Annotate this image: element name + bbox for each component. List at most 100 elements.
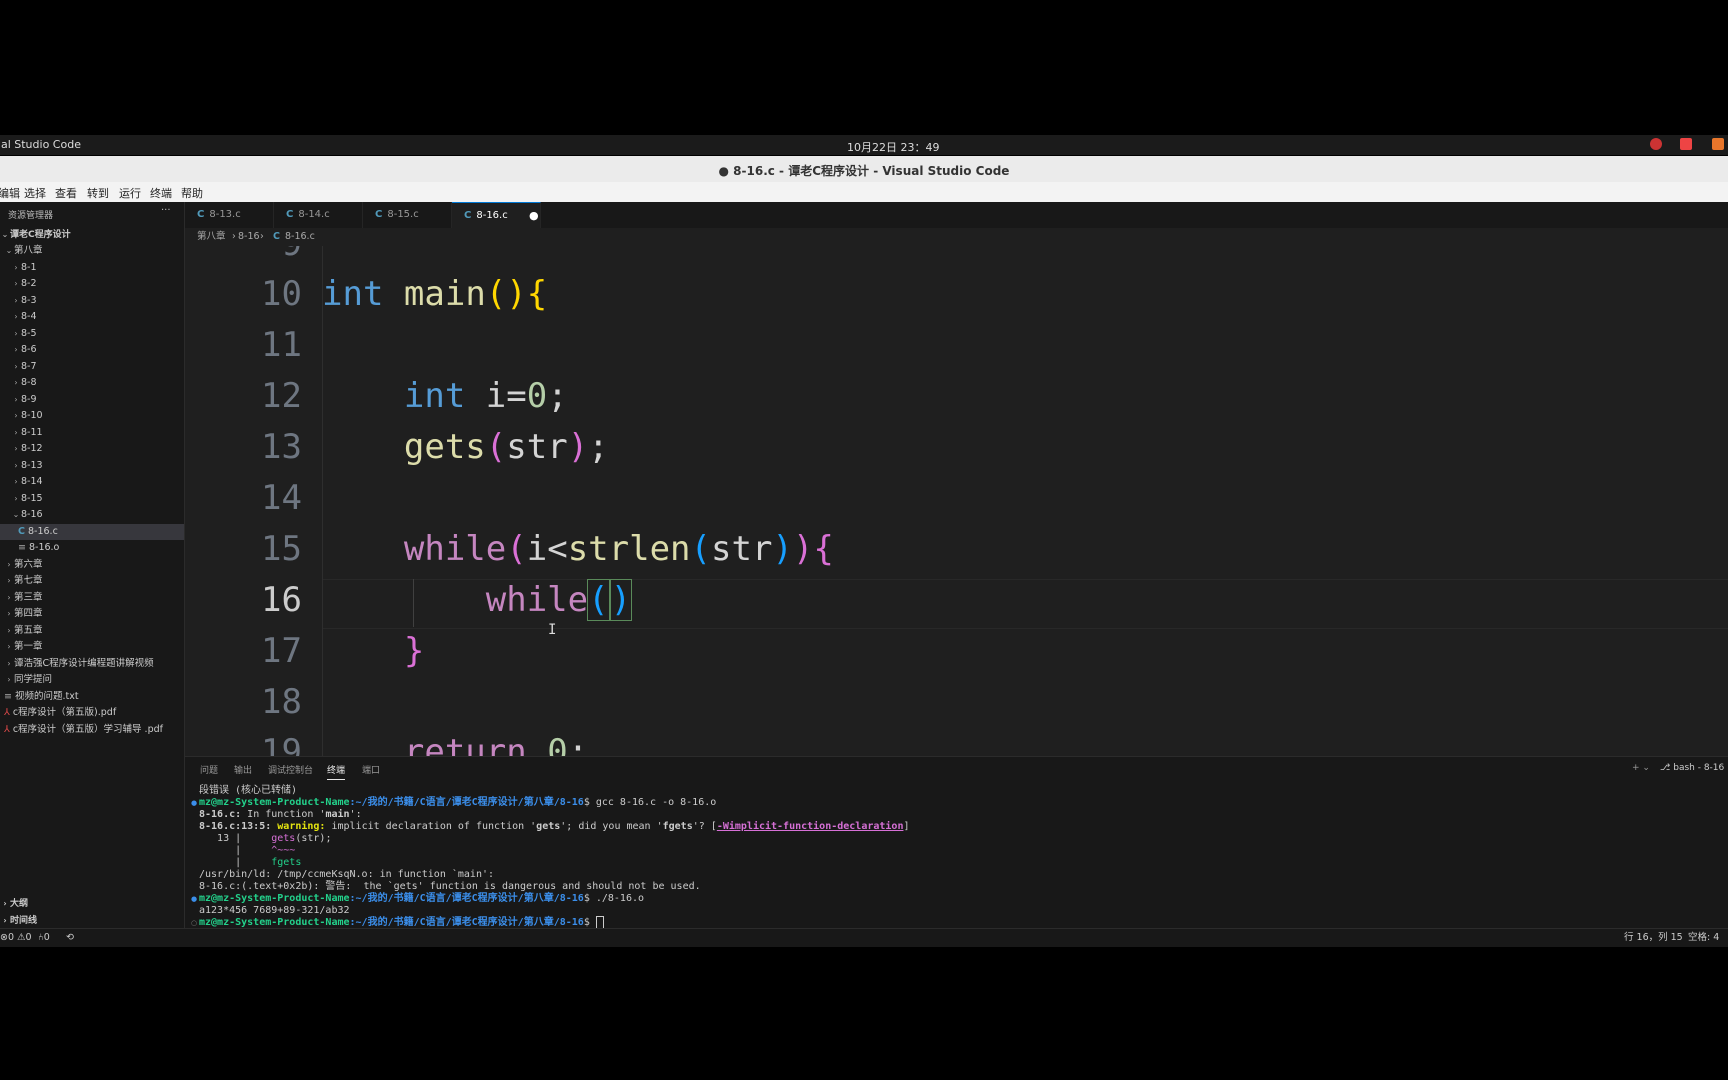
tree-item[interactable]: › 谭浩强C程序设计编程题讲解视频 (0, 656, 184, 672)
active-app-name[interactable]: ual Studio Code (0, 138, 81, 151)
tree-item[interactable]: › 第四章 (0, 606, 184, 622)
tree-item[interactable]: › 8-11 (0, 425, 184, 441)
tree-item[interactable]: › 8-3 (0, 293, 184, 309)
tree-item[interactable]: › 8-9 (0, 392, 184, 408)
code-line[interactable]: gets(str); (322, 427, 609, 467)
tree-item[interactable]: ≡ 8-16.o (0, 540, 184, 556)
tree-item[interactable]: › 第七章 (0, 573, 184, 589)
ports-count[interactable]: ⑃0 (38, 929, 50, 947)
menu-edit[interactable]: 编辑 (0, 185, 20, 201)
breadcrumb-file[interactable]: 8-16.c (285, 228, 315, 246)
breadcrumb-separator: › (232, 231, 236, 242)
command-status-dot-icon: ○ (191, 919, 198, 927)
tree-item[interactable]: ⌄ 第八章 (0, 243, 184, 259)
unsaved-dot-icon[interactable]: ● (529, 203, 539, 229)
pdf-file-icon: ⅄ (4, 723, 10, 735)
workspace-root[interactable]: ⌄ 谭老C程序设计 (0, 227, 184, 243)
tree-item-label: 8-5 (21, 327, 37, 339)
tree-item[interactable]: › 8-10 (0, 408, 184, 424)
update-tray-icon[interactable] (1712, 138, 1724, 150)
menu-go[interactable]: 转到 (87, 185, 109, 201)
tree-item[interactable]: › 第三章 (0, 590, 184, 606)
tree-item[interactable]: ⌄ 8-16 (0, 507, 184, 523)
terminal-shell-label[interactable]: ⎇ bash - 8-16 (1660, 763, 1724, 773)
tab-8-13[interactable]: C 8-13.c (185, 202, 274, 228)
tree-item[interactable]: › 第六章 (0, 557, 184, 573)
code-line[interactable]: } (322, 631, 424, 671)
system-clock[interactable]: 10月22日 23：49 (847, 139, 940, 155)
menu-terminal[interactable]: 终端 (150, 185, 172, 201)
menu-run[interactable]: 运行 (119, 185, 141, 201)
panel-tab-debug-console[interactable]: 调试控制台 (268, 763, 313, 776)
problems-count[interactable]: ⊗0 ⚠0 (0, 929, 32, 947)
chevron-right-icon: › (14, 279, 18, 288)
tree-item[interactable]: › 第五章 (0, 623, 184, 639)
window-title-bar: ● 8-16.c - 谭老C程序设计 - Visual Studio Code (0, 156, 1728, 182)
code-line[interactable]: int i=0; (322, 376, 568, 416)
tree-item[interactable]: › 同学提问 (0, 672, 184, 688)
timeline-section[interactable]: › 时间线 (0, 913, 37, 926)
chevron-right-icon: › (14, 361, 18, 371)
tree-item[interactable]: › 8-12 (0, 441, 184, 457)
outline-section[interactable]: › 大纲 (0, 896, 28, 909)
chevron-right-icon: › (3, 916, 7, 925)
breadcrumb: 第八章 › 8-16 › C 8-16.c (185, 228, 1728, 246)
chevron-right-icon: › (3, 899, 7, 908)
more-actions-icon[interactable]: ··· (161, 205, 171, 216)
menu-help[interactable]: 帮助 (181, 185, 203, 201)
tree-item[interactable]: › 8-6 (0, 342, 184, 358)
new-terminal-button[interactable]: + ⌄ (1632, 763, 1650, 773)
tree-item[interactable]: C 8-16.c (0, 523, 184, 540)
live-share-icon[interactable]: ⟲ (66, 929, 74, 947)
terminal-output[interactable]: 段错误 (核心已转储) mz@mz-System-Product-Name:~/… (199, 785, 910, 929)
tree-item[interactable]: ⅄ c程序设计（第五版).pdf (0, 705, 184, 721)
breadcrumb-subfolder[interactable]: 8-16 (238, 228, 260, 246)
chrome-tray-icon[interactable] (1650, 138, 1662, 150)
tree-item[interactable]: › 8-8 (0, 375, 184, 391)
tree-item[interactable]: › 8-1 (0, 260, 184, 276)
tree-item[interactable]: › 8-15 (0, 491, 184, 507)
panel-tab-problems[interactable]: 问题 (200, 763, 218, 776)
code-line[interactable]: while(i<strlen(str)){ (322, 529, 834, 569)
indentation-setting[interactable]: 空格: 4 (1688, 929, 1719, 947)
tree-item[interactable]: › 8-13 (0, 458, 184, 474)
pdf-file-icon: ⅄ (4, 707, 10, 718)
line-number: 16 (261, 580, 302, 620)
code-line[interactable]: while() (322, 579, 633, 621)
tree-item[interactable]: ⅄ c程序设计（第五版）学习辅导 .pdf (0, 722, 184, 738)
tree-item[interactable]: › 8-14 (0, 474, 184, 490)
code-editor[interactable]: 9 10 11 12 13 14 15 16 17 18 19 int main… (185, 246, 1728, 756)
tab-8-16[interactable]: C 8-16.c ● (452, 202, 541, 228)
panel-tab-ports[interactable]: 端口 (362, 763, 380, 776)
code-line[interactable]: int main(){ (322, 274, 547, 314)
chevron-right-icon: › (7, 559, 11, 569)
chevron-right-icon: › (14, 493, 18, 503)
tree-item[interactable]: › 8-7 (0, 359, 184, 375)
chevron-right-icon: › (14, 477, 18, 486)
panel-tab-terminal[interactable]: 终端 (327, 763, 346, 780)
tab-8-15[interactable]: C 8-15.c (363, 202, 452, 228)
tree-item-label: 第五章 (14, 624, 43, 636)
cursor-position[interactable]: 行 16，列 15 (1624, 929, 1683, 947)
menu-view[interactable]: 查看 (55, 185, 77, 201)
tree-item-label: 8-9 (21, 393, 37, 405)
tree-item-label: 8-3 (21, 294, 37, 306)
tab-8-14[interactable]: C 8-14.c (274, 202, 363, 228)
chevron-right-icon: › (7, 576, 11, 585)
tree-item[interactable]: › 8-2 (0, 276, 184, 292)
tree-item[interactable]: › 8-4 (0, 309, 184, 325)
tree-item-label: 8-13 (21, 459, 43, 471)
tree-item-label: 8-7 (21, 360, 37, 372)
menu-selection[interactable]: 选择 (24, 185, 46, 201)
tree-item[interactable]: › 8-5 (0, 326, 184, 342)
chevron-right-icon: › (7, 642, 11, 651)
code-line[interactable]: return 0; (322, 732, 588, 756)
breadcrumb-folder[interactable]: 第八章 (197, 228, 226, 246)
line-number: 10 (261, 274, 302, 314)
system-top-bar: ual Studio Code 10月22日 23：49 (0, 135, 1728, 155)
tree-item[interactable]: › 第一章 (0, 639, 184, 655)
app-tray-icon[interactable] (1680, 138, 1692, 150)
tree-item[interactable]: ≡ 视频的问题.txt (0, 689, 184, 705)
tree-item-label: c程序设计（第五版）学习辅导 .pdf (12, 723, 163, 735)
panel-tab-output[interactable]: 输出 (234, 763, 252, 776)
